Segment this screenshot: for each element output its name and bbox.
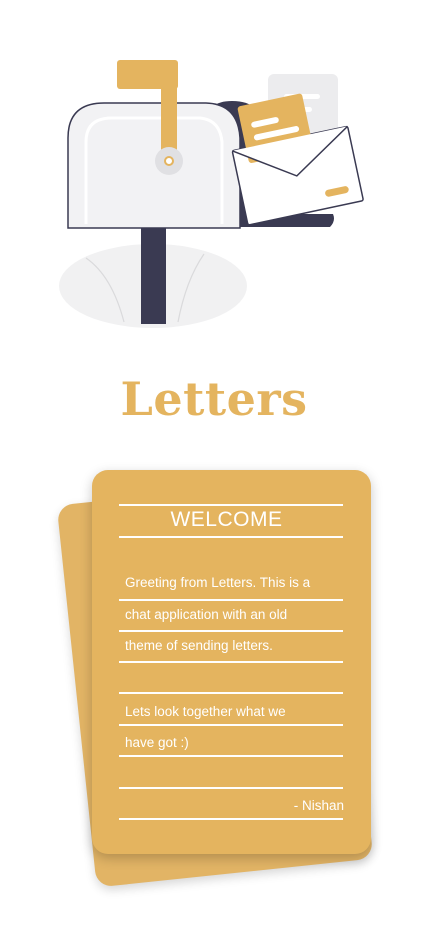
letter-rule [119, 504, 343, 506]
letter-rule [119, 599, 343, 601]
letter-line: chat application with an old [125, 607, 288, 622]
letter-rule [119, 661, 343, 663]
letter-rule [119, 630, 343, 632]
letter-signature: - Nishan [293, 798, 344, 813]
mailbox-illustration [59, 60, 364, 328]
letter-rule [119, 536, 343, 538]
letter-rule [119, 787, 343, 789]
letter-rule [119, 692, 343, 694]
letter-line: Lets look together what we [125, 704, 286, 719]
letter-rule [119, 818, 343, 820]
letter-rule [119, 755, 343, 757]
letter-line: Greeting from Letters. This is a [125, 575, 311, 590]
letter-heading: WELCOME [170, 508, 283, 531]
letter-line: theme of sending letters. [125, 638, 273, 653]
letter-line: have got :) [125, 735, 189, 750]
app-title: Letters [120, 372, 308, 426]
welcome-letter-card: WELCOME Greeting from Letters. This is a… [92, 470, 371, 854]
letter-rule [119, 724, 343, 726]
